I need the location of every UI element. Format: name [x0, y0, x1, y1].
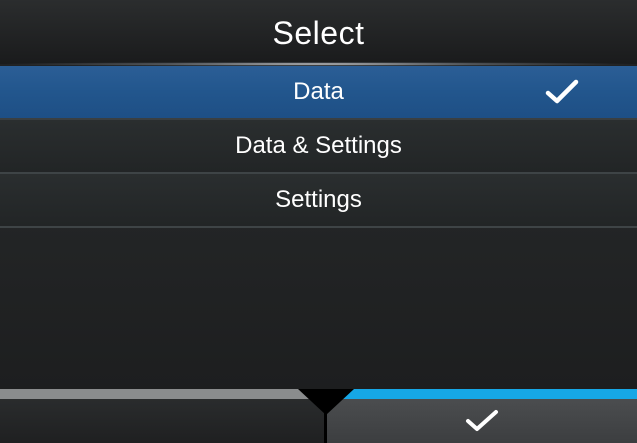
- check-icon: [545, 79, 579, 104]
- pointer-triangle-icon: [298, 389, 354, 415]
- left-track-indicator: [0, 389, 326, 399]
- title-bar: Select: [0, 0, 637, 64]
- list-item-label: Data & Settings: [235, 132, 402, 159]
- list-item-label: Data: [293, 78, 344, 105]
- bottom-button-bar: [0, 389, 637, 443]
- right-track-indicator: [326, 389, 637, 399]
- check-icon: [466, 410, 498, 431]
- list-item-settings[interactable]: Settings: [0, 174, 637, 228]
- list-item-data[interactable]: Data: [0, 66, 637, 120]
- list-item-label: Settings: [275, 186, 362, 213]
- page-title: Select: [272, 14, 365, 51]
- left-soft-button[interactable]: [0, 399, 324, 443]
- option-list: Data Data & Settings Settings: [0, 66, 637, 228]
- confirm-button[interactable]: [327, 399, 637, 443]
- list-item-data-and-settings[interactable]: Data & Settings: [0, 120, 637, 174]
- select-screen: Select Data Data & Settings Settings: [0, 0, 637, 443]
